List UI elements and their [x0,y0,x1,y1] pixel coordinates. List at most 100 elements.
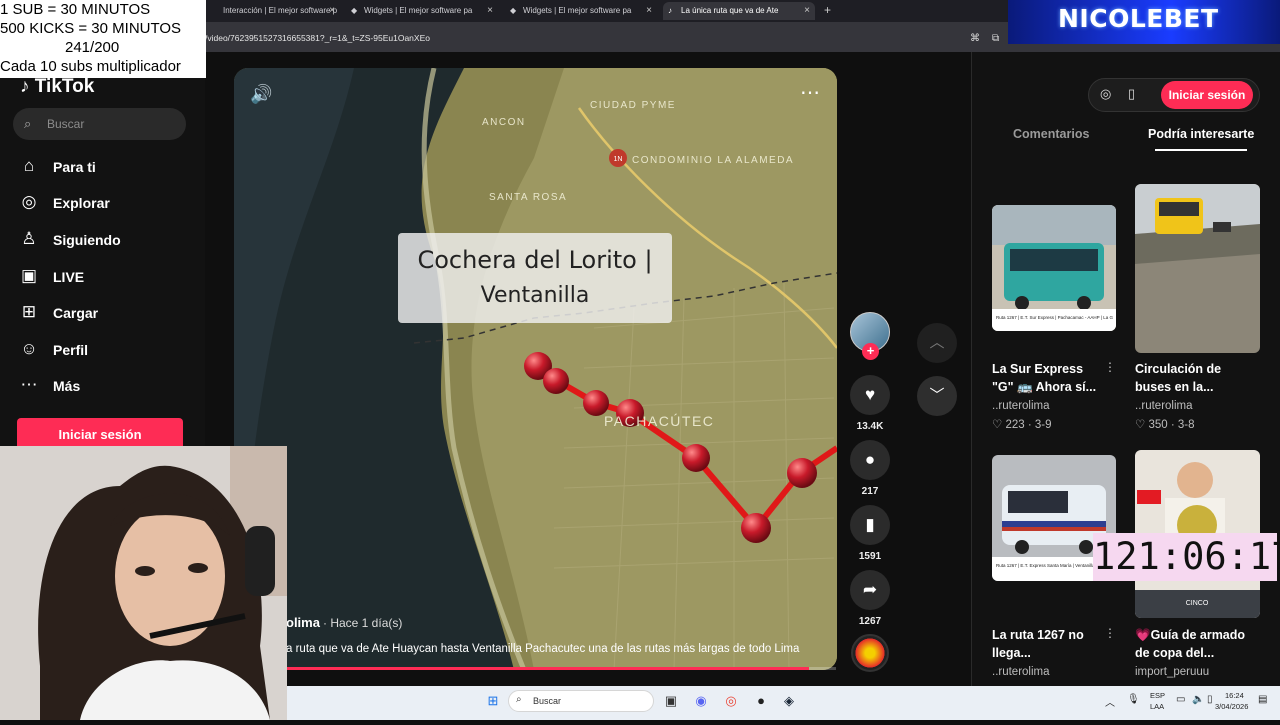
card-author[interactable]: ..ruterolima [992,666,1050,680]
taskbar-search-input[interactable] [508,690,654,712]
live-icon: ▣ [20,266,38,285]
network-icon[interactable]: ▭ [1176,694,1185,705]
card-title[interactable]: 💗Guía de armado de copa del... [1135,626,1250,662]
video-thumbnail[interactable]: Ruta 1267 | E.T. Sur Express | Pachacama… [992,205,1116,331]
browser-tab[interactable]: Interacción | El mejor software p × [205,2,340,20]
like-button[interactable]: ♥ [850,375,890,415]
volume-icon[interactable]: 🔊 [250,84,272,105]
steam-icon[interactable]: ◈ [780,692,798,710]
tiktok-icon: ♪ [668,6,672,15]
taskbar-search-placeholder: Buscar [533,696,562,706]
close-icon[interactable]: × [646,5,652,16]
search-placeholder: Buscar [47,117,85,131]
sidebar-item-cargar[interactable]: ⊞ Cargar [18,300,188,328]
home-icon: ⌂ [23,156,35,175]
close-icon[interactable]: × [487,5,493,16]
card-author[interactable]: ..ruterolima [1135,400,1193,412]
chevron-down-icon: ﹀ [929,387,945,404]
sidebar-item-label: Para ti [53,159,96,175]
tiktok-logo[interactable]: ♪ TikTok [20,76,94,98]
sidebar-item-label: Perfil [53,342,89,358]
map-label: PACHACÚTEC [604,413,714,429]
more-options-icon[interactable]: ⋯ [800,80,820,105]
overlay-line: 500 KICKS = 30 MINUTOS [0,20,182,37]
task-view-icon[interactable]: ▣ [662,692,680,710]
compass-icon[interactable]: ◎ [1100,86,1111,102]
volume-icon[interactable]: 🔈 [1192,694,1204,705]
browser-tab[interactable]: ◆ Widgets | El mejor software pa × [505,2,657,20]
sidebar-item-label: Explorar [53,195,110,211]
next-video-button[interactable]: ﹀ [917,376,957,416]
card-author[interactable]: import_peruuu [1135,666,1209,680]
sidebar-item-label: Más [53,378,81,394]
close-icon[interactable]: × [804,5,810,16]
card-author[interactable]: ..ruterolima [992,400,1050,412]
browser-tab-active[interactable]: ♪ La única ruta que va de Ate × [663,2,815,20]
save-count: 1591 [858,551,882,562]
notification-icon[interactable]: ▤ [1258,694,1267,705]
sidebar-item-para-ti[interactable]: ⌂ Para ti [18,154,188,182]
map-video-frame: 1N ANCON CIUDAD PYME SANTA ROSA CONDOMIN… [234,68,837,670]
tab-comments[interactable]: Comentarios [1013,127,1089,141]
video-thumbnail[interactable] [1135,184,1260,353]
discord-icon[interactable]: ◉ [692,692,710,710]
video-player[interactable]: 1N ANCON CIUDAD PYME SANTA ROSA CONDOMIN… [234,68,837,670]
browser-tab[interactable]: ◆ Widgets | El mejor software pa × [346,2,498,20]
card-title[interactable]: Circulación de buses en la... [1135,360,1250,396]
url-text[interactable]: /video/7623951527316655381?_r=1&_t=ZS-95… [205,33,430,43]
map-label: ANCON [482,117,526,128]
brand-name: NICOLEBET [1058,4,1219,33]
thumbnail-caption: Ruta 1267 | E.T. Sur Express | Pachacama… [996,315,1113,320]
more-options-icon[interactable]: ⋮ [1104,360,1116,374]
more-options-icon[interactable]: ⋮ [1104,626,1116,640]
tab-label: Widgets | El mejor software pa [364,6,473,15]
search-icon: ⌕ [24,116,32,131]
overlay-line: Cada 10 subs multiplicador [0,58,181,75]
previous-video-button[interactable]: ︿ [917,323,957,363]
new-tab-button[interactable]: + [824,3,831,17]
windows-start-icon[interactable]: ⊞ [484,692,502,710]
install-icon[interactable]: ⧉ [992,33,999,44]
search-input[interactable] [13,108,186,140]
clock-date[interactable]: 3/04/2026 [1215,702,1248,711]
widget-icon: ◆ [351,6,358,15]
comment-button[interactable]: ● [850,440,890,480]
map-label: CIUDAD PYME [590,100,676,111]
close-icon[interactable]: × [329,5,335,16]
microphone-icon[interactable]: 🎙 [1127,694,1140,705]
keyboard-layout[interactable]: LAA [1150,702,1164,711]
chrome-icon[interactable]: ◎ [722,692,740,710]
music-disc-icon[interactable] [851,634,889,672]
sidebar-item-perfil[interactable]: ☺ Perfil [18,337,188,365]
logo-text: TikTok [34,76,95,97]
video-caption: Cochera del Lorito | [417,246,653,274]
obs-icon[interactable]: ● [752,692,770,710]
webcam-overlay [0,446,287,720]
card-title[interactable]: La ruta 1267 no llega... [992,626,1107,662]
phone-icon[interactable]: ▯ [1128,86,1135,102]
tab-related[interactable]: Podría interesarte [1148,127,1254,141]
battery-icon[interactable]: ▯ [1207,694,1213,705]
overlay-line: 241/200 [65,39,120,56]
card-stats: ♡ 350 · 3-8 [1135,419,1195,431]
highway-marker: 1N [614,156,623,163]
keyboard-language[interactable]: ESP [1150,691,1165,700]
save-button[interactable]: ▮ [850,505,890,545]
login-button[interactable]: Iniciar sesión [1161,81,1253,109]
follow-button[interactable]: + [862,343,879,360]
clock-time[interactable]: 16:24 [1225,691,1244,700]
map-label: CONDOMINIO LA ALAMEDA [632,155,794,166]
card-title[interactable]: La Sur Express "G" 🚌 Ahora sí... [992,360,1107,396]
video-timestamp: · Hace 1 día(s) [323,616,403,630]
chevron-up-icon: ︿ [929,334,945,351]
sidebar-item-explorar[interactable]: ◎ Explorar [18,190,188,218]
card-stats: ♡ 223 · 3-9 [992,419,1052,431]
share-button[interactable]: ➦ [850,570,890,610]
translate-icon[interactable]: ⌘ [970,33,980,44]
sidebar-item-siguiendo[interactable]: ♙ Siguiendo [18,227,188,255]
video-author[interactable]: olima [286,615,320,630]
sidebar-item-live[interactable]: ▣ LIVE [18,264,188,292]
thumbnail-caption: CINCO [1186,600,1209,607]
sidebar-item-mas[interactable]: ⋯ Más [18,373,188,401]
chevron-up-icon[interactable]: ︿ [1105,694,1115,709]
